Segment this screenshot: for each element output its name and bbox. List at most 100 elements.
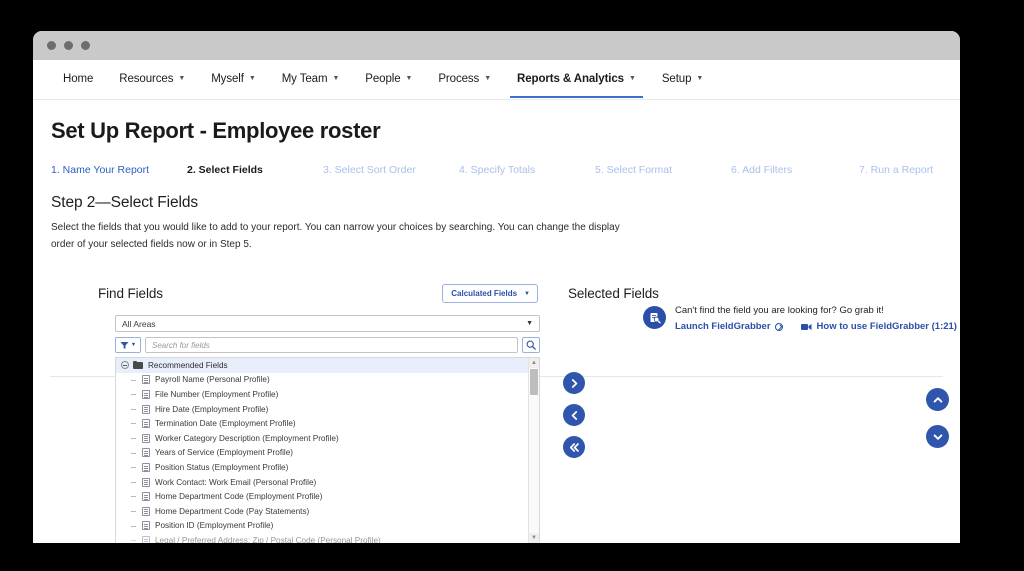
field-tree-item[interactable]: Hire Date (Employment Profile) <box>116 402 539 417</box>
tree-indent <box>121 489 142 504</box>
field-label: File Number (Employment Profile) <box>155 390 278 399</box>
window-minimize-button[interactable] <box>64 41 73 50</box>
tree-indent <box>121 387 142 402</box>
collapse-icon[interactable] <box>121 361 129 369</box>
chevron-left-icon <box>569 410 580 421</box>
wizard-steps: 1. Name Your Report 2. Select Fields 3. … <box>51 164 943 176</box>
chevron-down-icon: ▼ <box>131 342 136 348</box>
nav-item-my-team[interactable]: My Team▼ <box>269 61 353 98</box>
field-icon <box>142 521 150 530</box>
nav-item-label: People <box>365 73 400 85</box>
page-title: Set Up Report - Employee roster <box>51 118 943 144</box>
field-tree-item[interactable]: Years of Service (Employment Profile) <box>116 446 539 461</box>
wizard-step-add-filters[interactable]: 6. Add Filters <box>731 164 859 176</box>
field-tree-item[interactable]: Termination Date (Employment Profile) <box>116 416 539 431</box>
screenshot-root: Home Resources▼ Myself▼ My Team▼ People▼… <box>0 0 1024 571</box>
wizard-step-select-fields[interactable]: 2. Select Fields <box>187 164 323 176</box>
search-button[interactable] <box>522 337 540 353</box>
field-label: Home Department Code (Pay Statements) <box>155 507 309 516</box>
find-fields-header: Find Fields Calculated Fields ▼ <box>98 284 538 303</box>
selected-fields-title: Selected Fields <box>568 286 659 301</box>
tree-indent <box>121 460 142 475</box>
wizard-step-run-a-report[interactable]: 7. Run a Report <box>859 164 933 176</box>
nav-item-label: Reports & Analytics <box>517 73 624 85</box>
remove-selected-button[interactable] <box>563 404 585 426</box>
nav-item-setup[interactable]: Setup▼ <box>649 61 716 98</box>
tree-indent <box>121 519 142 534</box>
field-tree-item[interactable]: Work Contact: Work Email (Personal Profi… <box>116 475 539 490</box>
remove-all-button[interactable] <box>563 436 585 458</box>
wizard-step-name-your-report[interactable]: 1. Name Your Report <box>51 164 187 176</box>
tree-indent <box>121 416 142 431</box>
field-icon <box>142 390 150 399</box>
scroll-up-icon[interactable]: ▲ <box>529 358 539 368</box>
wizard-step-select-sort-order[interactable]: 3. Select Sort Order <box>323 164 459 176</box>
wizard-step-select-format[interactable]: 5. Select Format <box>595 164 731 176</box>
window-close-button[interactable] <box>47 41 56 50</box>
find-fields-panel: All Areas ▼ ▼ Search for fields <box>115 315 540 543</box>
nav-item-myself[interactable]: Myself▼ <box>198 61 268 98</box>
field-label: Payroll Name (Personal Profile) <box>155 375 270 384</box>
field-label: Worker Category Description (Employment … <box>155 434 339 443</box>
field-tree-item[interactable]: Position ID (Employment Profile) <box>116 519 539 534</box>
field-tree-scrollbar[interactable]: ▲ ▼ <box>528 358 539 543</box>
tree-indent <box>121 373 142 388</box>
field-tree-item[interactable]: Home Department Code (Pay Statements) <box>116 504 539 519</box>
filter-button[interactable]: ▼ <box>115 337 141 353</box>
field-tree-group-label: Recommended Fields <box>148 361 228 370</box>
wizard-step-specify-totals[interactable]: 4. Specify Totals <box>459 164 595 176</box>
reorder-buttons <box>926 388 949 448</box>
field-tree[interactable]: Recommended Fields Payroll Name (Persona… <box>115 357 540 543</box>
area-select[interactable]: All Areas ▼ <box>115 315 540 332</box>
field-icon <box>142 507 150 516</box>
field-icon <box>142 448 150 457</box>
chevron-down-icon: ▼ <box>696 75 703 82</box>
search-row: ▼ Search for fields <box>115 337 540 353</box>
nav-item-home[interactable]: Home <box>50 61 106 98</box>
calculated-fields-label: Calculated Fields <box>451 289 517 298</box>
field-icon <box>142 405 150 414</box>
window-maximize-button[interactable] <box>81 41 90 50</box>
nav-item-process[interactable]: Process ▼ <box>425 61 504 98</box>
field-tree-item[interactable]: File Number (Employment Profile) <box>116 387 539 402</box>
calculated-fields-button[interactable]: Calculated Fields ▼ <box>442 284 538 303</box>
nav-item-label: My Team <box>282 73 328 85</box>
chevron-right-icon <box>569 378 580 389</box>
tree-indent <box>121 402 142 417</box>
field-tree-item[interactable]: Legal / Preferred Address: Zip / Postal … <box>116 533 539 543</box>
window-titlebar <box>33 31 960 60</box>
scrollbar-thumb[interactable] <box>530 369 538 395</box>
nav-item-label: Home <box>63 73 93 85</box>
field-tree-item[interactable]: Position Status (Employment Profile) <box>116 460 539 475</box>
field-tree-item[interactable]: Payroll Name (Personal Profile) <box>116 373 539 388</box>
search-input[interactable]: Search for fields <box>145 337 518 353</box>
step-description: Select the fields that you would like to… <box>51 220 631 253</box>
move-down-button[interactable] <box>926 425 949 448</box>
tree-indent <box>121 431 142 446</box>
tree-indent <box>121 475 142 490</box>
field-tree-item[interactable]: Home Department Code (Employment Profile… <box>116 489 539 504</box>
nav-item-label: Process <box>438 73 479 85</box>
transfer-buttons <box>563 372 585 458</box>
chevron-up-icon <box>932 394 944 406</box>
nav-item-resources[interactable]: Resources▼ <box>106 61 198 98</box>
field-label: Termination Date (Employment Profile) <box>155 419 296 428</box>
field-icon <box>142 463 150 472</box>
field-label: Legal / Preferred Address: Zip / Postal … <box>155 536 381 543</box>
folder-icon <box>133 361 143 369</box>
field-icon <box>142 492 150 501</box>
field-icon <box>142 375 150 384</box>
field-label: Years of Service (Employment Profile) <box>155 448 293 457</box>
add-selected-button[interactable] <box>563 372 585 394</box>
field-tree-item[interactable]: Worker Category Description (Employment … <box>116 431 539 446</box>
nav-item-people[interactable]: People ▼ <box>352 61 425 98</box>
chevron-down-icon: ▼ <box>406 75 413 82</box>
browser-window: Home Resources▼ Myself▼ My Team▼ People▼… <box>33 31 960 543</box>
scroll-down-icon[interactable]: ▼ <box>529 533 539 543</box>
field-label: Home Department Code (Employment Profile… <box>155 492 322 501</box>
chevron-down-icon: ▼ <box>484 75 491 82</box>
move-up-button[interactable] <box>926 388 949 411</box>
field-tree-group-recommended[interactable]: Recommended Fields <box>116 358 539 373</box>
chevron-double-left-icon <box>568 442 581 453</box>
nav-item-reports-and-analytics[interactable]: Reports & Analytics▼ <box>504 61 649 98</box>
